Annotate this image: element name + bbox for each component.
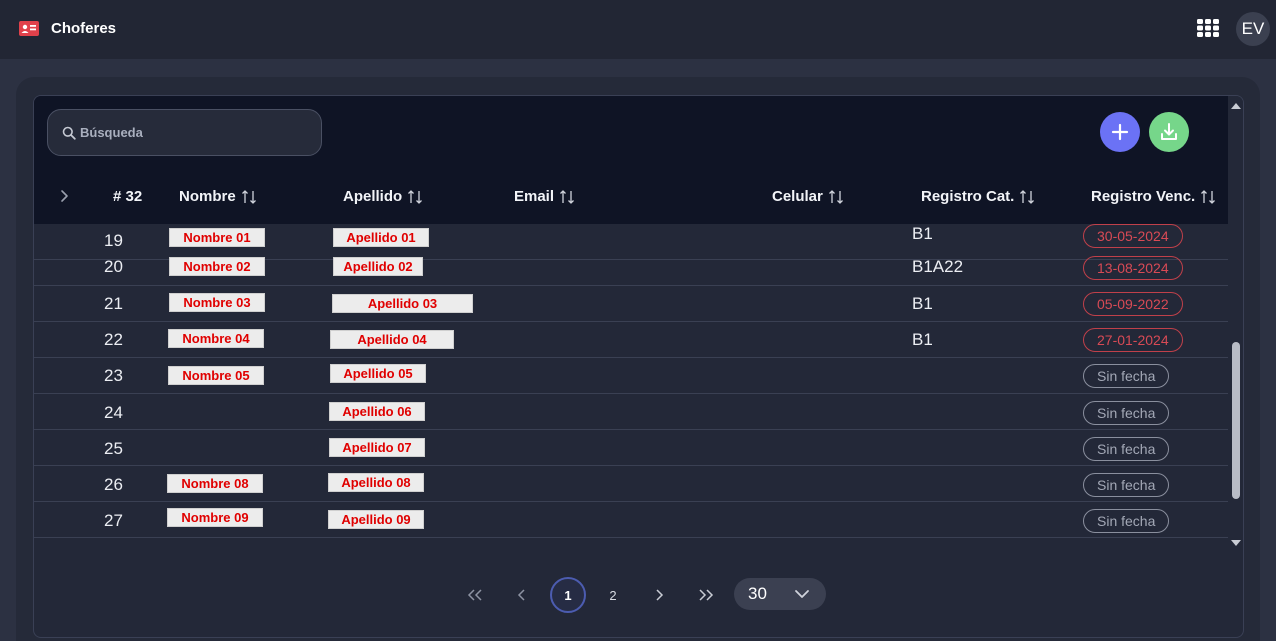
nombre-cell: Nombre 08 xyxy=(167,474,263,493)
apellido-cell: Apellido 07 xyxy=(329,438,425,457)
search-icon xyxy=(62,126,76,140)
apellido-cell: Apellido 03 xyxy=(332,294,473,313)
nombre-cell: Nombre 09 xyxy=(167,508,263,527)
header-nombre[interactable]: Nombre xyxy=(179,188,257,205)
add-button[interactable] xyxy=(1100,112,1140,152)
table-row[interactable]: 22 Nombre 04 Apellido 04 B1 27-01-2024 xyxy=(34,322,1228,358)
first-page-button[interactable] xyxy=(458,578,492,612)
table-row[interactable]: 25 Apellido 07 Sin fecha xyxy=(34,430,1228,466)
chevron-right-icon[interactable] xyxy=(59,188,71,204)
nombre-cell: Nombre 04 xyxy=(168,329,264,348)
chevron-down-icon xyxy=(795,590,809,598)
app-title: Choferes xyxy=(51,20,117,37)
scrollbar-thumb[interactable] xyxy=(1232,342,1240,499)
row-number: 27 xyxy=(104,511,123,530)
table-card: # 32 Nombre Apellido Email Celular Regis… xyxy=(33,95,1244,638)
registro-venc-badge: Sin fecha xyxy=(1083,364,1170,388)
sort-icon xyxy=(1201,189,1216,204)
top-bar: Choferes EV xyxy=(0,0,1276,59)
registro-cat-cell: B1 xyxy=(912,294,933,313)
grid-icon[interactable] xyxy=(1197,19,1219,37)
apellido-cell: Apellido 01 xyxy=(333,228,429,247)
plus-icon xyxy=(1111,123,1129,141)
registro-venc-badge: 30-05-2024 xyxy=(1083,224,1183,248)
double-chevron-right-icon xyxy=(699,589,714,601)
registro-venc-badge: 27-01-2024 xyxy=(1083,328,1183,352)
row-number: 23 xyxy=(104,366,123,385)
row-number: 26 xyxy=(104,475,123,494)
scroll-down-icon[interactable] xyxy=(1230,538,1242,548)
registro-venc-badge: Sin fecha xyxy=(1083,437,1170,461)
registro-cat-cell: B1 xyxy=(912,224,933,243)
scroll-up-icon[interactable] xyxy=(1230,101,1242,111)
apellido-cell: Apellido 05 xyxy=(330,364,426,383)
header-apellido[interactable]: Apellido xyxy=(343,188,423,205)
table-row[interactable]: 21 Nombre 03 Apellido 03 B1 05-09-2022 xyxy=(34,286,1228,322)
download-button[interactable] xyxy=(1149,112,1189,152)
registro-venc-badge: 05-09-2022 xyxy=(1083,292,1183,316)
next-page-button[interactable] xyxy=(642,578,676,612)
apellido-cell: Apellido 09 xyxy=(328,510,424,529)
nombre-cell: Nombre 02 xyxy=(169,257,265,276)
nombre-cell: Nombre 05 xyxy=(168,366,264,385)
download-icon xyxy=(1161,123,1177,140)
row-number: 22 xyxy=(104,330,123,349)
registro-venc-badge: Sin fecha xyxy=(1083,509,1170,533)
table-body: 19 Nombre 01 Apellido 01 B1 30-05-2024 2… xyxy=(34,224,1228,550)
apellido-cell: Apellido 02 xyxy=(333,257,423,276)
row-number: 25 xyxy=(104,439,123,458)
table-row[interactable]: 20 Nombre 02 Apellido 02 B1A22 13-08-202… xyxy=(34,248,1228,286)
search-input[interactable] xyxy=(80,125,310,140)
row-number: 24 xyxy=(104,403,123,422)
registro-venc-badge: Sin fecha xyxy=(1083,473,1170,497)
page-button-2[interactable]: 2 xyxy=(596,578,630,612)
table-toolbar: # 32 Nombre Apellido Email Celular Regis… xyxy=(34,96,1228,224)
header-email[interactable]: Email xyxy=(514,188,575,205)
table-row[interactable]: 24 Apellido 06 Sin fecha xyxy=(34,394,1228,430)
table-row[interactable]: 27 Nombre 09 Apellido 09 Sin fecha xyxy=(34,502,1228,538)
row-number: 20 xyxy=(104,257,123,276)
registro-cat-cell: B1 xyxy=(912,330,933,349)
double-chevron-left-icon xyxy=(467,589,482,601)
registro-venc-badge: Sin fecha xyxy=(1083,401,1170,425)
id-card-icon xyxy=(19,21,39,36)
header-registro-venc[interactable]: Registro Venc. xyxy=(1091,188,1216,205)
per-page-select[interactable]: 30 xyxy=(734,578,826,610)
sort-icon xyxy=(1020,189,1035,204)
sort-icon xyxy=(408,189,423,204)
per-page-value: 30 xyxy=(748,584,767,603)
search-box[interactable] xyxy=(47,109,322,156)
pagination: 1 2 30 xyxy=(34,576,1243,613)
header-celular[interactable]: Celular xyxy=(772,188,844,205)
registro-venc-badge: 13-08-2024 xyxy=(1083,256,1183,280)
chevron-left-icon xyxy=(517,589,525,601)
apellido-cell: Apellido 06 xyxy=(329,402,425,421)
sort-icon xyxy=(560,189,574,204)
sort-icon xyxy=(828,189,843,204)
nombre-cell: Nombre 01 xyxy=(169,228,265,247)
table-row[interactable]: 26 Nombre 08 Apellido 08 Sin fecha xyxy=(34,466,1228,502)
header-registro-cat[interactable]: Registro Cat. xyxy=(921,188,1035,205)
last-page-button[interactable] xyxy=(689,578,723,612)
registro-cat-cell: B1A22 xyxy=(912,257,964,276)
sort-icon xyxy=(241,189,256,204)
nombre-cell: Nombre 03 xyxy=(169,293,265,312)
header-count: # 32 xyxy=(113,188,143,205)
prev-page-button[interactable] xyxy=(505,578,539,612)
chevron-right-icon xyxy=(656,589,664,601)
row-number: 21 xyxy=(104,294,123,313)
apellido-cell: Apellido 04 xyxy=(330,330,454,349)
table-row[interactable]: 23 Nombre 05 Apellido 05 Sin fecha xyxy=(34,358,1228,394)
page-button-1[interactable]: 1 xyxy=(550,577,586,613)
apellido-cell: Apellido 08 xyxy=(328,473,424,492)
user-avatar[interactable]: EV xyxy=(1236,12,1270,46)
